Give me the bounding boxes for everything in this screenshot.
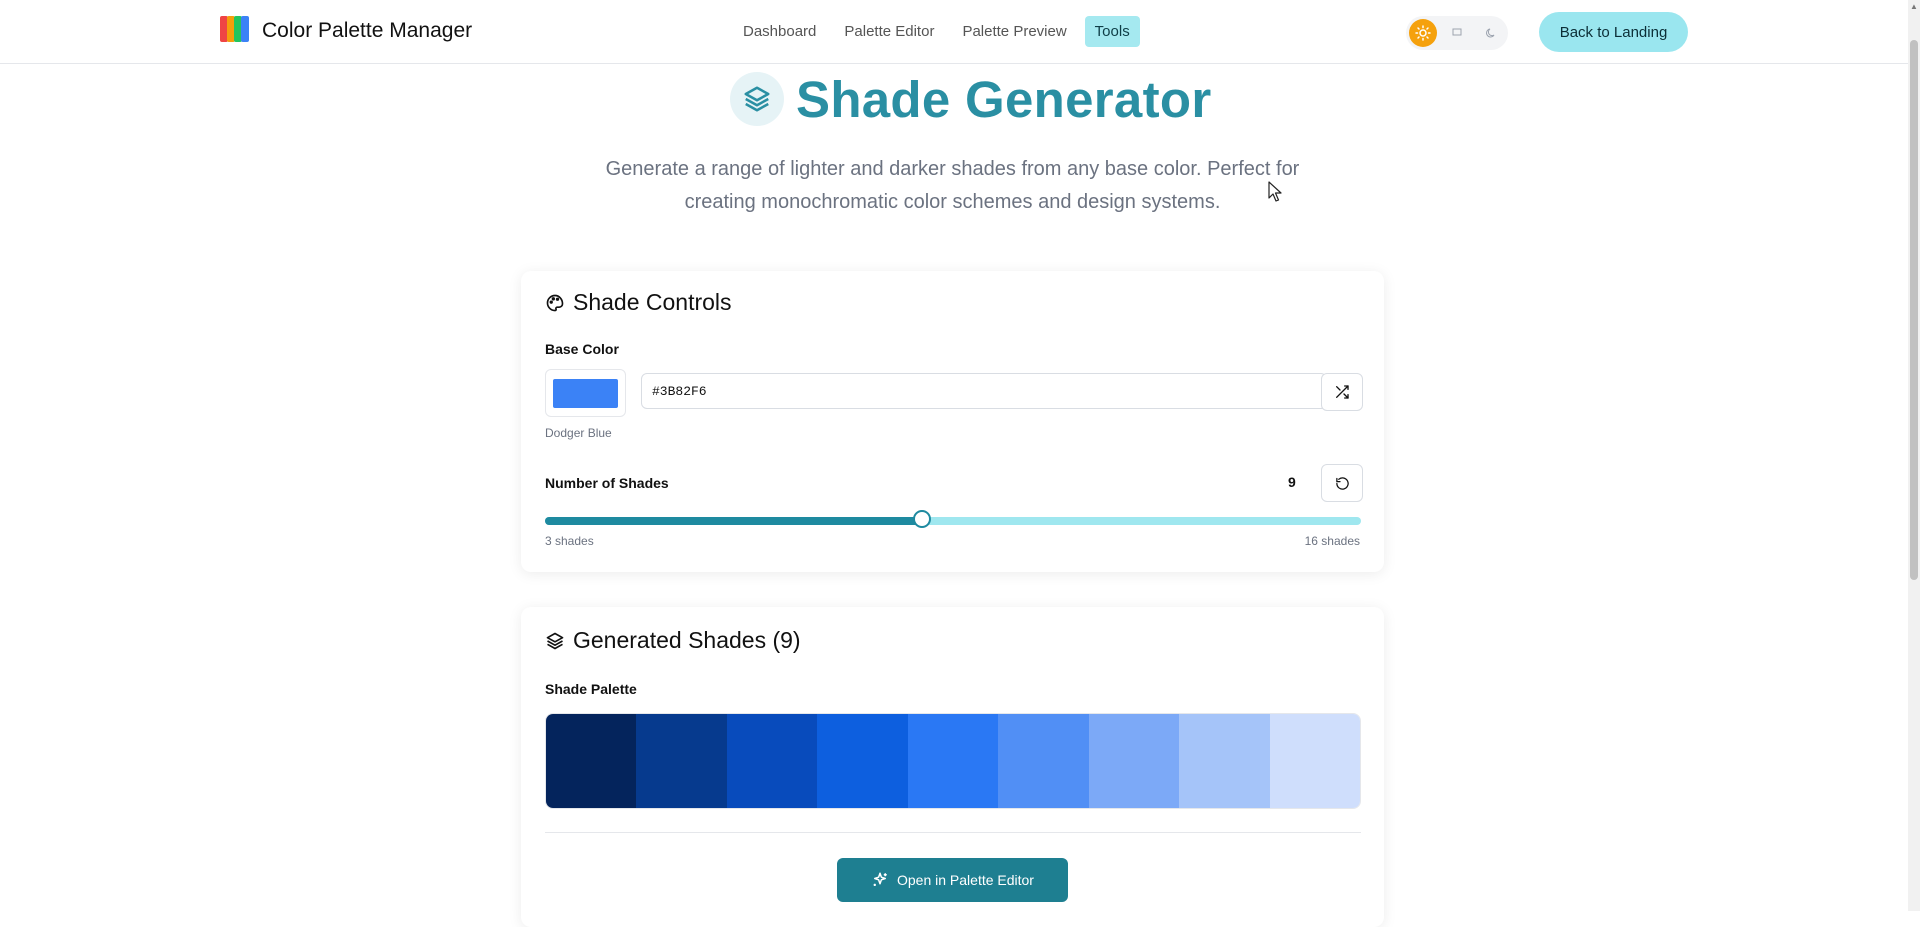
slider-thumb[interactable]: [912, 510, 931, 528]
scrollbar-thumb[interactable]: [1910, 40, 1918, 580]
page-subtitle: Generate a range of lighter and darker s…: [605, 158, 1300, 213]
shade-count-value: 9: [1288, 474, 1296, 490]
shade-controls-card: Shade Controls Base Color #3B82F6 Dodger…: [521, 271, 1384, 572]
shade-swatch-6[interactable]: [998, 714, 1089, 808]
shade-swatch-9[interactable]: [1269, 714, 1360, 808]
number-of-shades-label: Number of Shades: [545, 475, 669, 491]
shades-slider[interactable]: [545, 510, 1361, 528]
page-title: Shade Generator: [796, 71, 1212, 128]
layers-icon: [546, 632, 564, 649]
mouse-cursor-icon: [1268, 181, 1282, 202]
monitor-icon[interactable]: [1443, 19, 1471, 47]
layers-icon: [730, 72, 784, 126]
generated-shades-title: Generated Shades (9): [573, 627, 801, 653]
nav-palette-editor[interactable]: Palette Editor: [834, 16, 944, 47]
base-color-preview: [553, 378, 618, 408]
shade-swatch-1[interactable]: [546, 714, 637, 808]
shade-swatch-2[interactable]: [636, 714, 727, 808]
sparkles-icon: [873, 872, 887, 886]
hex-color-input[interactable]: #3B82F6: [641, 373, 1327, 409]
slider-min-label: 3 shades: [545, 534, 594, 548]
base-color-label: Base Color: [545, 341, 619, 357]
back-to-landing-button[interactable]: Back to Landing: [1539, 12, 1688, 52]
brand-title: Color Palette Manager: [262, 19, 473, 42]
page-scrollbar[interactable]: ▲: [1908, 0, 1920, 911]
shade-swatch-3[interactable]: [726, 714, 818, 808]
slider-fill: [545, 517, 922, 525]
shade-palette-label: Shade Palette: [545, 681, 637, 697]
moon-icon[interactable]: [1477, 19, 1505, 47]
open-in-palette-editor-button[interactable]: Open in Palette Editor: [837, 858, 1068, 902]
brand[interactable]: Color Palette Manager: [220, 14, 472, 48]
shade-controls-title: Shade Controls: [573, 289, 732, 315]
shade-swatch-4[interactable]: [817, 714, 908, 808]
shade-swatch-7[interactable]: [1088, 714, 1180, 808]
generated-shades-header: Generated Shades (9): [545, 627, 801, 654]
color-picker-swatch[interactable]: [545, 369, 626, 417]
divider: [545, 832, 1361, 833]
sun-icon[interactable]: [1409, 19, 1437, 47]
theme-toggle: [1406, 16, 1508, 50]
main-nav: Dashboard Palette Editor Palette Preview…: [733, 16, 1140, 47]
nav-tools[interactable]: Tools: [1084, 16, 1140, 47]
shade-swatch-8[interactable]: [1179, 714, 1270, 808]
reset-button[interactable]: [1321, 464, 1363, 502]
shade-controls-header: Shade Controls: [545, 289, 732, 316]
open-button-label: Open in Palette Editor: [897, 872, 1034, 888]
palette-icon: [546, 294, 564, 311]
scroll-up-arrow-icon[interactable]: ▲: [1910, 2, 1918, 12]
palette-logo-icon: [220, 14, 254, 48]
shade-swatch-5[interactable]: [907, 714, 999, 808]
reset-icon: [1335, 476, 1349, 490]
slider-max-label: 16 shades: [1304, 534, 1360, 548]
nav-dashboard[interactable]: Dashboard: [733, 16, 826, 47]
generated-shades-card: Generated Shades (9) Shade Palette Open …: [521, 607, 1384, 927]
randomize-button[interactable]: [1321, 373, 1363, 411]
top-navbar: Color Palette Manager Dashboard Palette …: [0, 0, 1908, 64]
color-name: Dodger Blue: [545, 426, 612, 440]
shuffle-icon: [1336, 385, 1349, 399]
shade-palette: [545, 713, 1361, 809]
nav-palette-preview[interactable]: Palette Preview: [952, 16, 1076, 47]
